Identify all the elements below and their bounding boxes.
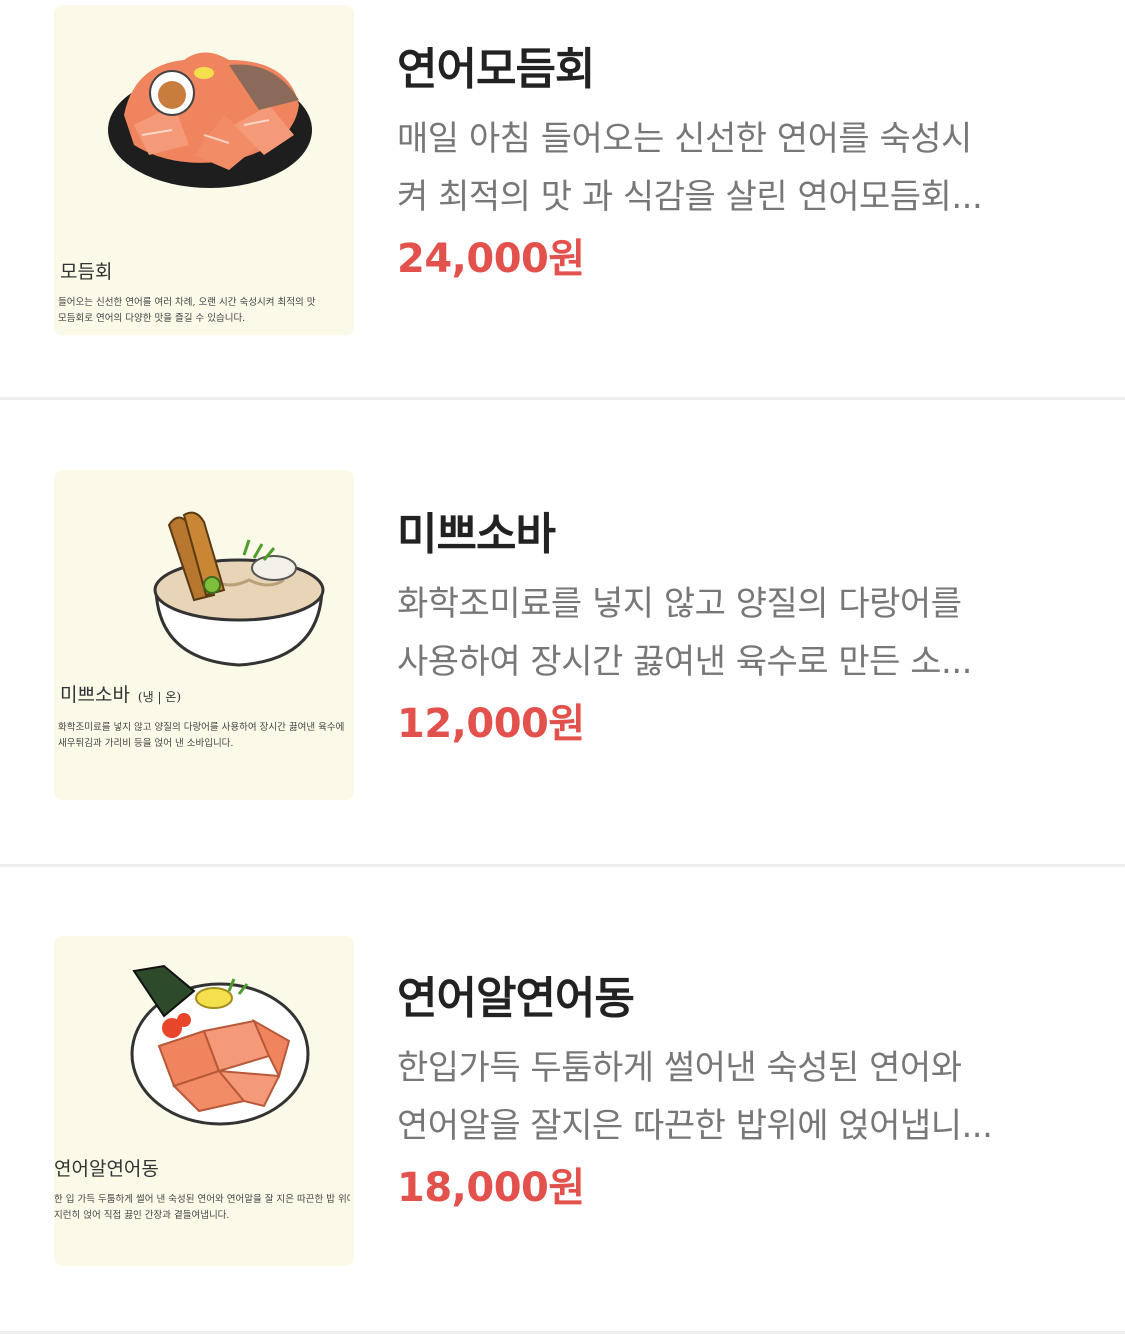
menu-list: 모듬회 들어오는 신선한 연어를 여러 차례, 오랜 시간 숙성시켜 최적의 맛…	[0, 0, 1125, 1340]
menu-item-mippeu-soba[interactable]: 미쁘소바 (냉 | 온) 화학조미료를 넣지 않고 양질의 다랑어를 사용하여 장…	[0, 403, 1125, 867]
menu-item-salmon-roe-don[interactable]: 연어알연어동 한 입 가득 두툼하게 썰어 낸 숙성된 연어와 연어알을 잘 지…	[0, 867, 1125, 1334]
image-caption: 미쁘소바 (냉 | 온)	[60, 684, 182, 706]
image-description: 한 입 가득 두툼하게 썰어 낸 숙성된 연어와 연어알을 잘 지은 따끈한 밥…	[54, 1194, 350, 1221]
image-description: 화학조미료를 넣지 않고 양질의 다랑어를 사용하여 장시간 끓여낸 육수에 새…	[58, 722, 345, 749]
divider	[0, 397, 1125, 400]
image-caption: 연어알연어동	[54, 1158, 159, 1180]
menu-item-description: 한입가득 두툼하게 썰어낸 숙성된 연어와 연어알을 잘지은 따끈한 밥위에 얹…	[397, 1048, 993, 1146]
divider	[0, 1331, 1125, 1334]
menu-item-image[interactable]: 미쁘소바 (냉 | 온) 화학조미료를 넣지 않고 양질의 다랑어를 사용하여 장…	[54, 470, 354, 800]
menu-item-image[interactable]: 모듬회 들어오는 신선한 연어를 여러 차례, 오랜 시간 숙성시켜 최적의 맛…	[54, 5, 354, 335]
image-description: 들어오는 신선한 연어를 여러 차례, 오랜 시간 숙성시켜 최적의 맛 모듬회…	[58, 297, 316, 324]
menu-item-info: 연어알연어동 한입가득 두툼하게 썰어낸 숙성된 연어와 연어알을 잘지은 따끈…	[397, 969, 1087, 1213]
menu-item-title: 미쁘소바	[397, 509, 556, 560]
menu-item-salmon-sashimi[interactable]: 모듬회 들어오는 신선한 연어를 여러 차례, 오랜 시간 숙성시켜 최적의 맛…	[0, 0, 1125, 400]
menu-item-price: 12,000원	[397, 701, 585, 747]
menu-item-price: 18,000원	[397, 1165, 585, 1211]
menu-item-title: 연어알연어동	[397, 973, 635, 1024]
menu-item-price: 24,000원	[397, 236, 585, 282]
menu-item-image[interactable]: 연어알연어동 한 입 가득 두툼하게 썰어 낸 숙성된 연어와 연어알을 잘 지…	[54, 936, 354, 1266]
image-caption: 모듬회	[60, 261, 113, 283]
menu-item-info: 연어모듬회 매일 아침 들어오는 신선한 연어를 숙성시 켜 최적의 맛 과 식…	[397, 40, 1087, 284]
menu-item-info: 미쁘소바 화학조미료를 넣지 않고 양질의 다랑어를 사용하여 장시간 끓여낸 …	[397, 505, 1087, 749]
salmon-platter-illustration	[108, 52, 312, 188]
menu-item-title: 연어모듬회	[397, 44, 595, 95]
menu-item-description: 매일 아침 들어오는 신선한 연어를 숙성시 켜 최적의 맛 과 식감을 살린 …	[397, 119, 983, 217]
menu-item-description: 화학조미료를 넣지 않고 양질의 다랑어를 사용하여 장시간 끓여낸 육수로 만…	[397, 584, 972, 682]
